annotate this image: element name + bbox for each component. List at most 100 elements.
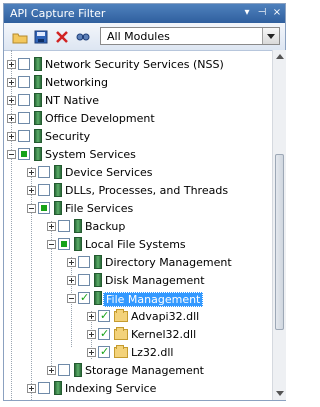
api-tree: Network Security Services (NSS) Networki… <box>4 50 268 400</box>
expand-icon[interactable] <box>7 96 16 105</box>
open-folder-icon[interactable] <box>12 29 28 45</box>
checkbox[interactable] <box>98 345 110 358</box>
module-icon <box>34 93 42 107</box>
checkbox[interactable] <box>18 58 30 70</box>
expand-icon[interactable] <box>67 258 76 267</box>
tree-item[interactable]: DLLs, Processes, and Threads <box>4 182 268 200</box>
folder-icon <box>114 327 128 340</box>
module-filter-select[interactable]: All Modules <box>100 27 280 45</box>
expand-icon[interactable] <box>7 60 16 69</box>
module-icon <box>54 201 62 215</box>
dropdown-arrow-icon[interactable]: ▾ <box>241 7 253 19</box>
tree-item[interactable]: Lz32.dll <box>4 344 268 362</box>
expand-icon[interactable] <box>67 276 76 285</box>
tree-item-label: DLLs, Processes, and Threads <box>65 184 229 197</box>
expand-icon[interactable] <box>47 222 56 231</box>
tree-item-label: Indexing Service <box>65 382 157 395</box>
collapse-icon[interactable] <box>7 150 16 159</box>
tree-item[interactable]: NT Native <box>4 92 268 110</box>
checkbox[interactable] <box>18 130 30 142</box>
expand-icon[interactable] <box>27 168 36 177</box>
checkbox[interactable] <box>58 238 70 250</box>
module-icon <box>34 111 42 125</box>
panel-titlebar: API Capture Filter ▾ ⊣ × <box>4 4 285 23</box>
tree-item[interactable]: Local File Systems <box>4 236 268 254</box>
checkbox[interactable] <box>98 327 110 340</box>
collapse-icon[interactable] <box>27 204 36 213</box>
tree-item[interactable]: System Services <box>4 146 268 164</box>
folder-icon <box>114 309 128 322</box>
api-capture-filter-panel: API Capture Filter ▾ ⊣ × All Modules Net… <box>3 3 286 401</box>
tree-item[interactable]: Kernel32.dll <box>4 326 268 344</box>
expand-icon[interactable] <box>87 330 96 339</box>
tree-item-label: Local File Systems <box>85 238 186 251</box>
checkbox[interactable] <box>78 274 90 286</box>
expand-icon[interactable] <box>87 348 96 357</box>
checkbox[interactable] <box>18 112 30 124</box>
tree-item[interactable]: Backup <box>4 218 268 236</box>
module-icon <box>34 129 42 143</box>
tree-item-selected[interactable]: File Management <box>4 290 268 308</box>
scroll-up-icon[interactable] <box>276 54 284 59</box>
checkbox[interactable] <box>38 202 50 214</box>
tree-item-label: Kernel32.dll <box>131 328 197 341</box>
collapse-icon[interactable] <box>47 240 56 249</box>
tree-item[interactable]: Indexing Service <box>4 380 268 398</box>
tree-item-label: File Management <box>103 292 204 307</box>
module-icon <box>74 363 82 377</box>
tree-item-label: Network Security Services (NSS) <box>45 58 224 71</box>
tree-item[interactable]: Security <box>4 128 268 146</box>
checkbox[interactable] <box>38 382 50 394</box>
module-icon <box>54 381 62 395</box>
scroll-down-icon[interactable] <box>276 391 284 396</box>
checkbox[interactable] <box>58 364 70 376</box>
tree-item-label: Office Development <box>45 112 155 125</box>
checkbox[interactable] <box>98 309 110 322</box>
expand-icon[interactable] <box>7 132 16 141</box>
module-icon <box>74 237 82 251</box>
find-icon[interactable] <box>75 29 91 45</box>
tree-item-label: Device Services <box>65 166 153 179</box>
checkbox[interactable] <box>18 94 30 106</box>
vertical-scrollbar[interactable] <box>272 50 286 400</box>
expand-icon[interactable] <box>47 366 56 375</box>
close-icon[interactable]: × <box>271 7 283 19</box>
chevron-down-icon[interactable] <box>262 28 279 44</box>
expand-icon[interactable] <box>7 114 16 123</box>
checkbox[interactable] <box>58 220 70 232</box>
tree-item[interactable]: Office Development <box>4 110 268 128</box>
tree-item-label: Networking <box>45 76 108 89</box>
scrollbar-thumb[interactable] <box>275 154 284 330</box>
checkbox[interactable] <box>38 184 50 196</box>
pin-icon[interactable]: ⊣ <box>256 7 268 19</box>
tree-item-label: NT Native <box>45 94 100 107</box>
collapse-icon[interactable] <box>67 294 76 303</box>
tree-item[interactable]: Disk Management <box>4 272 268 290</box>
checkbox[interactable] <box>18 148 30 160</box>
module-icon <box>94 273 102 287</box>
tree-item[interactable]: Network Security Services (NSS) <box>4 56 268 74</box>
tree-item[interactable]: Device Services <box>4 164 268 182</box>
checkbox[interactable] <box>78 256 90 268</box>
expand-icon[interactable] <box>27 186 36 195</box>
checkbox[interactable] <box>38 166 50 178</box>
tree-item[interactable]: File Services <box>4 200 268 218</box>
expand-icon[interactable] <box>87 312 96 321</box>
expand-icon[interactable] <box>27 384 36 393</box>
module-icon <box>54 183 62 197</box>
module-icon <box>34 147 42 161</box>
tree-item[interactable]: Networking <box>4 74 268 92</box>
tree-item[interactable]: Storage Management <box>4 362 268 380</box>
checkbox[interactable] <box>18 76 30 88</box>
tree-item-label: Storage Management <box>85 364 204 377</box>
save-icon[interactable] <box>33 29 49 45</box>
checkbox[interactable] <box>78 291 90 304</box>
expand-icon[interactable] <box>7 78 16 87</box>
delete-icon[interactable] <box>54 29 70 45</box>
tree-item-label: System Services <box>45 148 136 161</box>
tree-item[interactable]: Advapi32.dll <box>4 308 268 326</box>
module-filter-value: All Modules <box>107 30 170 43</box>
toolbar: All Modules <box>4 23 285 51</box>
tree-item-label: Advapi32.dll <box>131 310 200 323</box>
tree-item[interactable]: Directory Management <box>4 254 268 272</box>
